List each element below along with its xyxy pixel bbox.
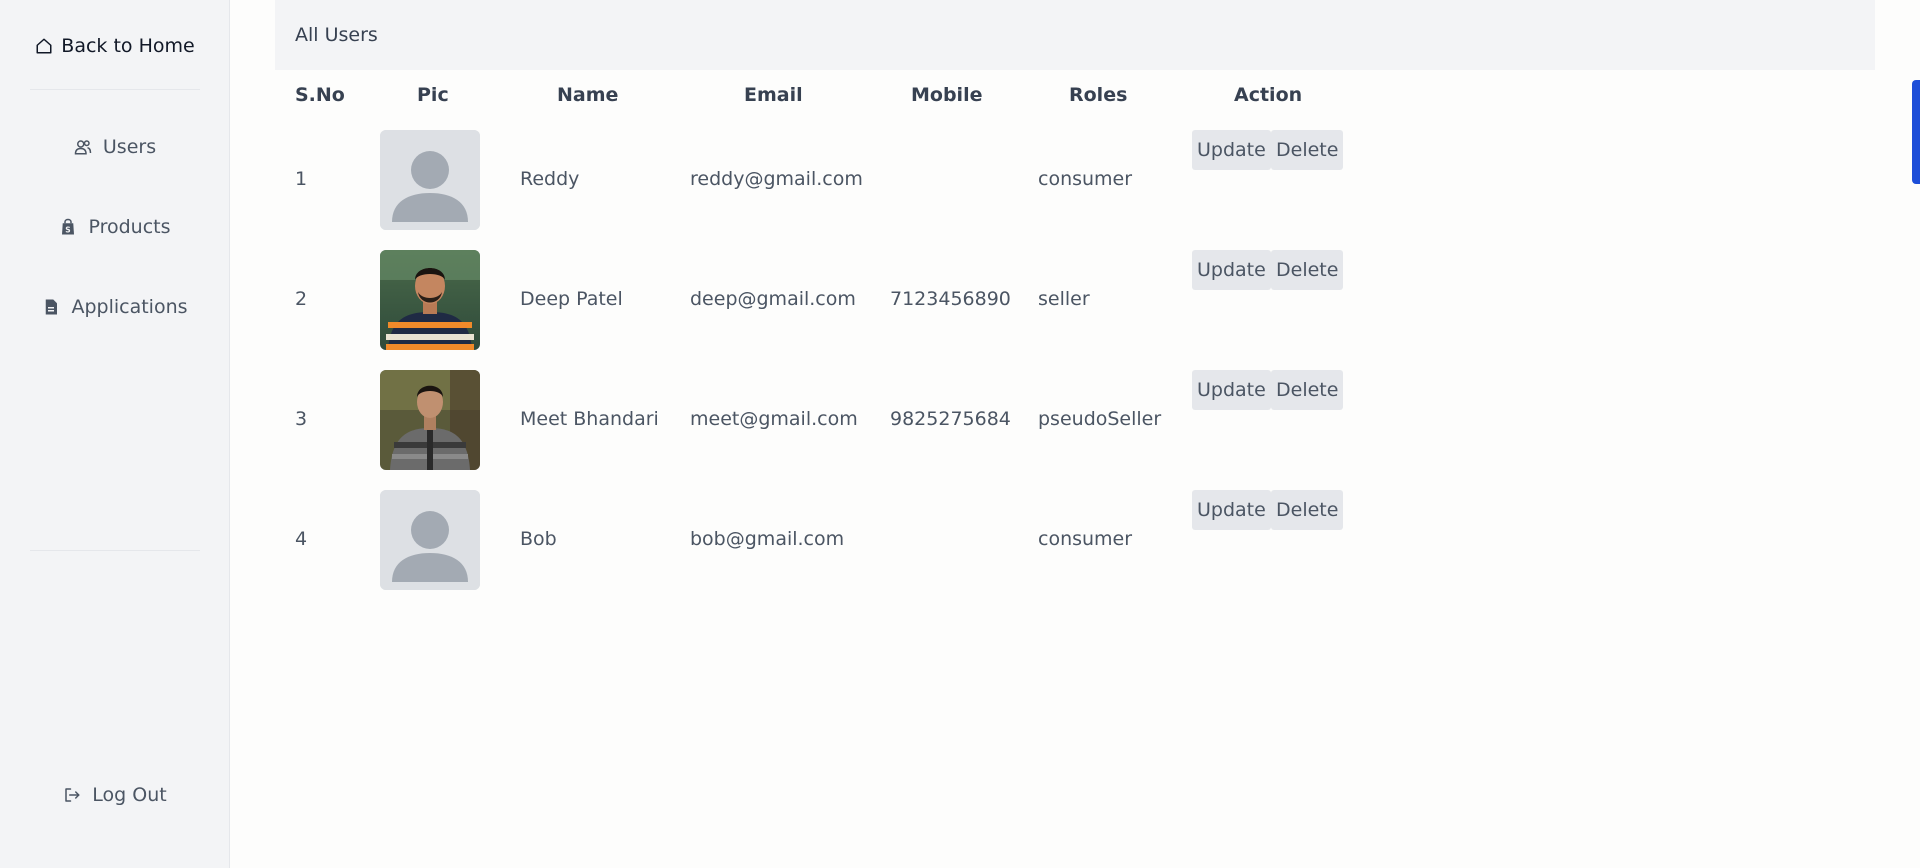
sidebar-item-users[interactable]: Users	[0, 130, 229, 164]
sidebar-item-label: Products	[88, 216, 171, 238]
cell-sno: 2	[295, 288, 308, 310]
sidebar-item-label: Users	[102, 136, 157, 158]
cell-role: consumer	[1038, 528, 1133, 550]
cell-name: Deep Patel	[520, 288, 623, 310]
delete-button[interactable]: Delete	[1271, 250, 1344, 290]
table-row: 3 Meet Bhandari meet@gmail.com 982527568…	[275, 360, 1375, 480]
column-header-roles: Roles	[1069, 84, 1128, 106]
home-icon	[34, 36, 54, 56]
cell-mobile: 7123456890	[890, 288, 1011, 310]
column-header-sno: S.No	[295, 84, 345, 106]
scrollbar-thumb[interactable]	[1912, 80, 1920, 184]
cell-email: deep@gmail.com	[690, 288, 856, 310]
cell-sno: 3	[295, 408, 308, 430]
sidebar: Back to Home Users S Products Applicatio…	[0, 0, 230, 868]
sidebar-divider	[30, 550, 200, 551]
page-header: All Users	[275, 0, 1875, 70]
default-avatar-icon	[380, 130, 480, 230]
delete-button[interactable]: Delete	[1271, 490, 1344, 530]
column-header-mobile: Mobile	[911, 84, 983, 106]
update-button[interactable]: Update	[1192, 370, 1271, 410]
cell-role: seller	[1038, 288, 1090, 310]
table-row: 2 Deep Patel deep@gmail.com 7123456890 s…	[275, 240, 1375, 360]
column-header-name: Name	[557, 84, 619, 106]
column-header-pic: Pic	[417, 84, 449, 106]
back-to-home-label: Back to Home	[61, 35, 195, 57]
cell-sno: 4	[295, 528, 308, 550]
logout-button[interactable]: Log Out	[0, 778, 229, 812]
cell-name: Bob	[520, 528, 557, 550]
update-button[interactable]: Update	[1192, 130, 1271, 170]
cell-email: reddy@gmail.com	[690, 168, 863, 190]
svg-text:S: S	[66, 225, 71, 234]
sidebar-item-label: Applications	[71, 296, 188, 318]
logout-label: Log Out	[92, 784, 167, 806]
delete-button[interactable]: Delete	[1271, 130, 1344, 170]
cell-email: bob@gmail.com	[690, 528, 845, 550]
table-row: 4 Bob bob@gmail.com consumer Update Dele…	[275, 480, 1375, 600]
update-button[interactable]: Update	[1192, 250, 1271, 290]
column-header-action: Action	[1234, 84, 1303, 106]
update-button[interactable]: Update	[1192, 490, 1271, 530]
cell-mobile: 9825275684	[890, 408, 1011, 430]
document-icon	[41, 297, 61, 317]
default-avatar-icon	[380, 490, 480, 590]
user-photo	[380, 370, 480, 470]
shopping-bag-icon: S	[58, 217, 78, 237]
page-title: All Users	[295, 24, 378, 46]
sidebar-item-applications[interactable]: Applications	[0, 290, 229, 324]
cell-role: consumer	[1038, 168, 1133, 190]
cell-role: pseudoSeller	[1038, 408, 1162, 430]
delete-button[interactable]: Delete	[1271, 370, 1344, 410]
sidebar-item-products[interactable]: S Products	[0, 210, 229, 244]
app: Back to Home Users S Products Applicatio…	[0, 0, 1920, 868]
sidebar-divider	[30, 89, 200, 90]
user-photo	[380, 250, 480, 350]
cell-email: meet@gmail.com	[690, 408, 858, 430]
cell-sno: 1	[295, 168, 308, 190]
cell-name: Reddy	[520, 168, 580, 190]
users-icon	[73, 137, 93, 157]
back-to-home-link[interactable]: Back to Home	[0, 30, 229, 62]
logout-icon	[62, 785, 82, 805]
table-row: 1 Reddy reddy@gmail.com consumer Update …	[275, 120, 1375, 240]
column-header-email: Email	[744, 84, 803, 106]
cell-name: Meet Bhandari	[520, 408, 659, 430]
